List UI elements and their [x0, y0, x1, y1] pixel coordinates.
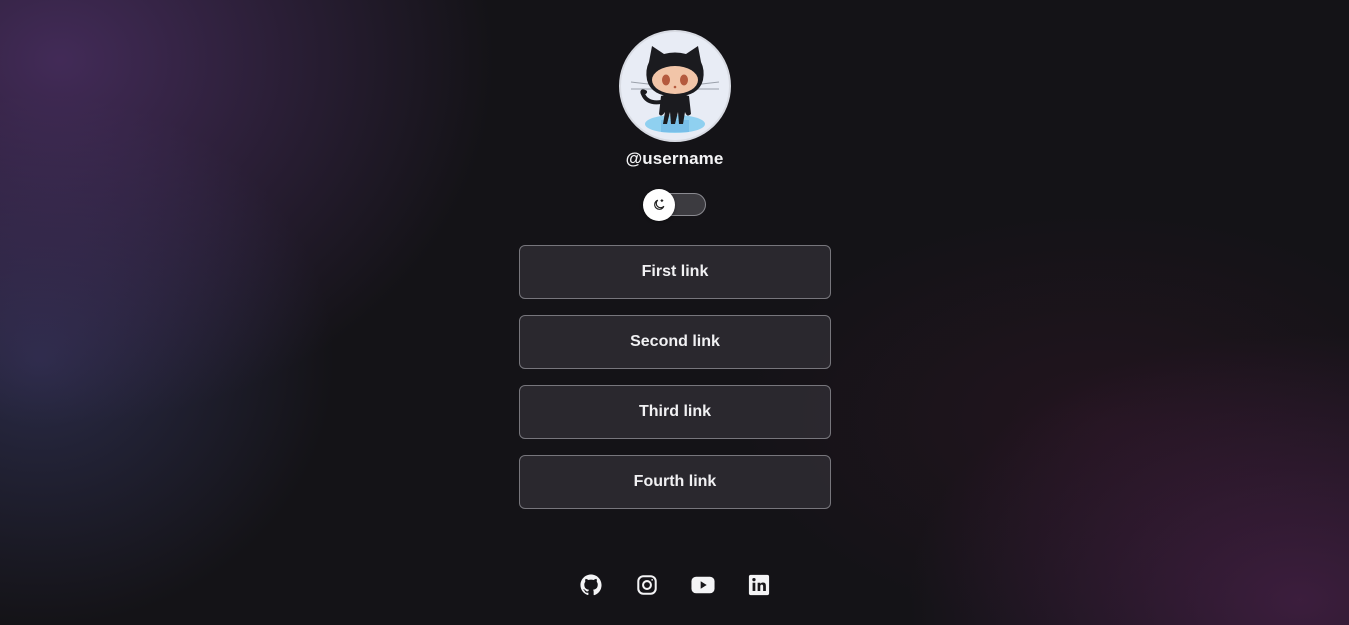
third-link-button[interactable]: Third link [519, 385, 831, 439]
link-list: First link Second link Third link Fourth… [519, 245, 831, 525]
octocat-icon [630, 46, 720, 133]
instagram-link[interactable] [635, 573, 659, 597]
youtube-link[interactable] [691, 573, 715, 597]
fourth-link-button[interactable]: Fourth link [519, 455, 831, 509]
linkedin-icon [748, 574, 770, 596]
github-link[interactable] [579, 573, 603, 597]
instagram-icon [637, 575, 657, 595]
avatar [619, 30, 731, 142]
youtube-icon [691, 576, 715, 594]
moon-icon [654, 199, 665, 210]
profile-page: @username First link Second link Third l… [0, 0, 1349, 625]
linkedin-link[interactable] [747, 573, 771, 597]
username: @username [625, 149, 724, 168]
social-links [579, 573, 771, 597]
theme-toggle-knob[interactable] [643, 189, 675, 221]
second-link-button[interactable]: Second link [519, 315, 831, 369]
first-link-button[interactable]: First link [519, 245, 831, 299]
github-icon [580, 574, 602, 596]
